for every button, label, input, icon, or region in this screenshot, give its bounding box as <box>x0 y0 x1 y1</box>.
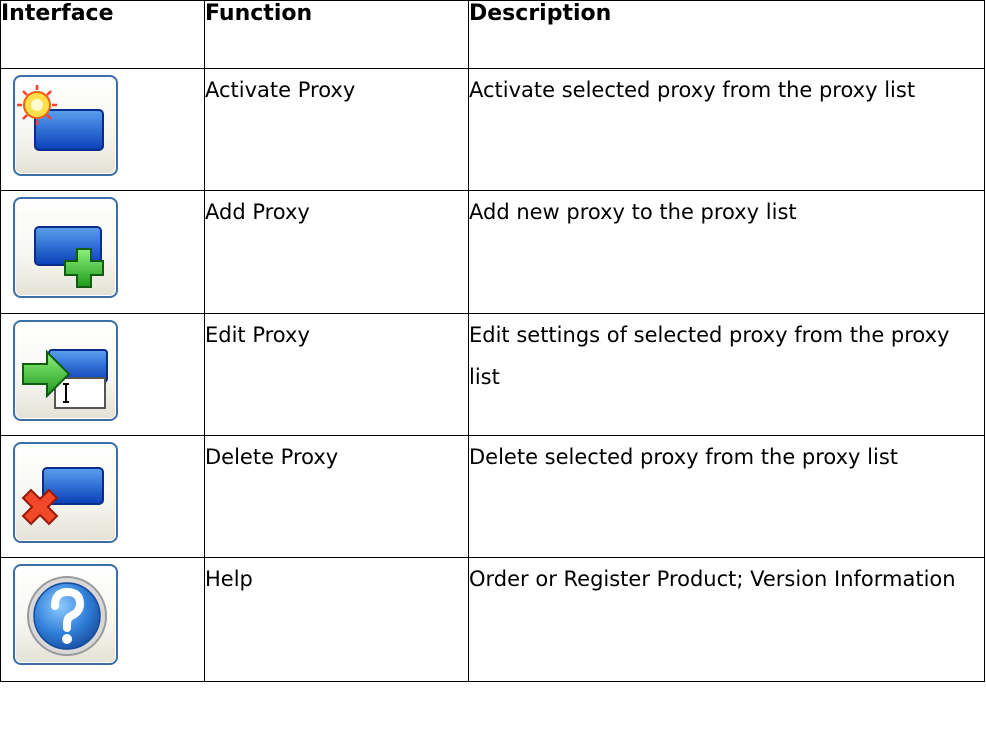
activate-proxy-icon <box>17 85 104 151</box>
interface-cell <box>0 68 205 191</box>
help-icon <box>27 576 107 656</box>
interface-cell <box>0 557 205 682</box>
add-proxy-button[interactable] <box>13 197 118 298</box>
interface-cell <box>0 313 205 436</box>
activate-proxy-button[interactable] <box>13 75 118 176</box>
function-cell: Help <box>204 557 469 682</box>
toolbar-reference-table: Interface Function Description Activate … <box>0 0 985 682</box>
description-cell: Order or Register Product; Version Infor… <box>468 557 985 682</box>
description-cell: Delete selected proxy from the proxy lis… <box>468 435 985 558</box>
edit-proxy-icon <box>22 349 108 409</box>
table-row: Edit Proxy Edit settings of selected pro… <box>0 313 985 436</box>
function-cell: Activate Proxy <box>204 68 469 191</box>
delete-proxy-icon <box>21 467 104 526</box>
table-row: Delete Proxy Delete selected proxy from … <box>0 435 985 558</box>
function-cell: Add Proxy <box>204 190 469 314</box>
table-row: Help Order or Register Product; Version … <box>0 557 985 682</box>
interface-cell <box>0 435 205 558</box>
interface-cell <box>0 190 205 314</box>
header-description: Description <box>468 0 985 69</box>
table-row: Add Proxy Add new proxy to the proxy lis… <box>0 190 985 314</box>
help-button[interactable] <box>13 564 118 665</box>
header-row: Interface Function Description <box>0 0 985 69</box>
description-cell: Activate selected proxy from the proxy l… <box>468 68 985 191</box>
description-cell: Edit settings of selected proxy from the… <box>468 313 985 436</box>
header-function: Function <box>204 0 469 69</box>
function-cell: Delete Proxy <box>204 435 469 558</box>
table-row: Activate Proxy Activate selected proxy f… <box>0 68 985 191</box>
header-interface: Interface <box>0 0 205 69</box>
function-cell: Edit Proxy <box>204 313 469 436</box>
add-proxy-icon <box>34 226 104 288</box>
delete-proxy-button[interactable] <box>13 442 118 543</box>
edit-proxy-button[interactable] <box>13 320 118 421</box>
description-cell: Add new proxy to the proxy list <box>468 190 985 314</box>
